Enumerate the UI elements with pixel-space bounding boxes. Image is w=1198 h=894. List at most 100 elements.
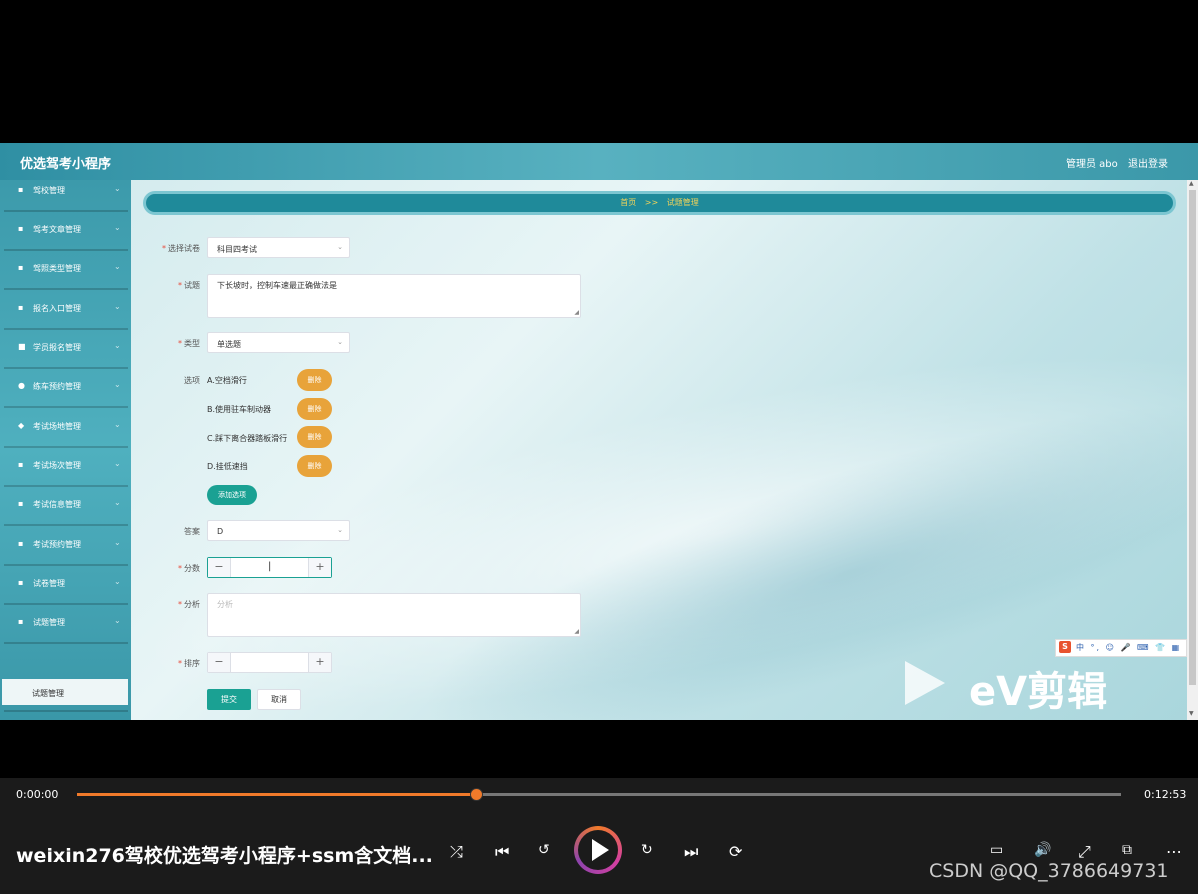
add-option-button[interactable]: 添加选项 — [207, 485, 257, 505]
paper-select-value: 科目四考试 — [217, 245, 257, 254]
sidebar: ▪ 驾校管理 ⌄ ▪ 驾考文章管理 ⌄ ▪ 驾照类型管理 ⌄ ▪ 报名入口管理 ⌄ ■ 学员报名管理 ⌄ ● 练… — [0, 180, 131, 720]
plus-icon[interactable]: + — [308, 558, 331, 577]
miniplayer-icon[interactable]: ⧉ — [1122, 842, 1132, 858]
type-select[interactable]: 单选题 ⌄ — [207, 332, 350, 353]
score-stepper[interactable]: − | + — [207, 557, 332, 578]
forward-30-icon[interactable]: ↻ — [641, 842, 653, 858]
sidebar-item[interactable]: ▪ 考试信息管理 ⌄ — [4, 486, 128, 526]
next-icon[interactable]: ⏭ — [684, 842, 698, 862]
sort-stepper[interactable]: − + — [207, 652, 332, 673]
fullscreen-icon[interactable]: ⤢ — [1078, 842, 1091, 862]
grid-icon: ▪ — [18, 499, 24, 508]
sogou-ime-icon[interactable]: S — [1059, 641, 1071, 653]
sidebar-item[interactable]: ▪ 试卷管理 ⌄ — [4, 565, 128, 605]
score-label: * 分数 — [178, 564, 200, 573]
rewind-10-icon[interactable]: ↺ — [538, 842, 550, 858]
csdn-credit: CSDN @QQ_3786649731 — [929, 860, 1169, 882]
shuffle-icon[interactable]: ⤮ — [450, 842, 463, 862]
resize-grip-icon[interactable]: ◢ — [574, 309, 579, 316]
location-icon: ◆ — [18, 421, 25, 430]
video-title: weixin276驾校优选驾考小程序+ssm含文档... — [16, 845, 433, 867]
subtitles-icon[interactable]: ▭ — [990, 842, 1003, 858]
scroll-up-icon[interactable]: ▲ — [1189, 180, 1194, 187]
question-text: 下长坡时，控制车速最正确做法是 — [217, 281, 337, 290]
more-options-icon[interactable]: ⋯ — [1166, 842, 1182, 861]
chevron-down-icon: ⌄ — [114, 302, 121, 311]
answer-select[interactable]: D ⌄ — [207, 520, 350, 541]
sidebar-item[interactable]: ▪ 考试场次管理 ⌄ — [4, 447, 128, 487]
delete-option-b-button[interactable]: 删除 — [297, 398, 332, 420]
play-button[interactable] — [574, 826, 622, 874]
sidebar-item[interactable]: ▪ 驾考文章管理 ⌄ — [4, 211, 128, 251]
chevron-down-icon: ⌄ — [114, 616, 121, 625]
current-time: 0:00:00 — [16, 788, 59, 801]
chevron-down-icon: ⌄ — [114, 223, 121, 232]
chevron-down-icon: ⌄ — [114, 459, 121, 468]
sidebar-item-label: 驾校管理 — [33, 186, 65, 195]
option-a: A.空档滑行 — [207, 376, 247, 385]
user-icon: ● — [18, 381, 25, 390]
sidebar-item[interactable]: ◆ 考试场地管理 ⌄ — [4, 408, 128, 448]
sidebar-subitem-question-management[interactable]: 试题管理 — [2, 679, 128, 705]
volume-icon[interactable]: 🔊 — [1034, 842, 1051, 858]
ime-tool-icons[interactable]: 中 °, ☺ 🎤 ⌨ 👕 ▦ — [1076, 642, 1181, 653]
logout-link[interactable]: 退出登录 — [1128, 155, 1168, 170]
paper-label: * 选择试卷 — [162, 244, 200, 253]
sidebar-item-label: 练车预约管理 — [33, 382, 81, 391]
delete-option-d-button[interactable]: 删除 — [297, 455, 332, 477]
admin-label: 管理员 abo — [1066, 159, 1118, 170]
grid-icon: ▪ — [18, 263, 24, 272]
watermark-text: eV剪辑 — [969, 669, 1108, 715]
breadcrumb: 首页 >> 试题管理 — [143, 191, 1176, 215]
resize-grip-icon[interactable]: ◢ — [574, 628, 579, 635]
ime-toolbar[interactable]: S 中 °, ☺ 🎤 ⌨ 👕 ▦ — [1055, 639, 1187, 657]
grid-icon: ▪ — [18, 460, 24, 469]
sidebar-item[interactable]: ■ 学员报名管理 ⌄ — [4, 329, 128, 369]
cancel-button[interactable]: 取消 — [257, 689, 301, 710]
minus-icon[interactable]: − — [208, 653, 231, 672]
chevron-down-icon: ⌄ — [114, 380, 121, 389]
paper-select[interactable]: 科目四考试 ⌄ — [207, 237, 350, 258]
sidebar-item[interactable]: ▪ 考试预约管理 ⌄ — [4, 526, 128, 566]
sidebar-item-label: 报名入口管理 — [33, 304, 81, 313]
sidebar-item[interactable]: ▪ 驾照类型管理 ⌄ — [4, 250, 128, 290]
question-textarea[interactable]: 下长坡时，控制车速最正确做法是 ◢ — [207, 274, 581, 318]
delete-option-c-button[interactable]: 删除 — [297, 426, 332, 448]
sidebar-item[interactable]: ▪ 驾校管理 ⌄ — [4, 172, 128, 212]
analysis-label: * 分析 — [178, 600, 200, 609]
chevron-down-icon: ⌄ — [337, 243, 343, 251]
analysis-placeholder: 分析 — [217, 600, 233, 609]
plus-icon[interactable]: + — [308, 653, 331, 672]
repeat-icon[interactable]: ⟳ — [729, 842, 742, 861]
minus-icon[interactable]: − — [208, 558, 231, 577]
scrollbar[interactable]: ▲ ▼ — [1187, 180, 1198, 720]
submit-button[interactable]: 提交 — [207, 689, 251, 710]
sidebar-item[interactable]: ▪ 试题管理 ⌄ — [4, 604, 128, 644]
sidebar-item-label: 驾照类型管理 — [33, 264, 81, 273]
analysis-textarea[interactable]: 分析 ◢ — [207, 593, 581, 637]
previous-icon[interactable]: ⏮ — [495, 842, 509, 862]
progress-fill — [77, 793, 476, 796]
options-label: 选项 — [184, 376, 200, 385]
delete-option-a-button[interactable]: 删除 — [297, 369, 332, 391]
sidebar-item-label: 考试场地管理 — [33, 422, 81, 431]
type-label: * 类型 — [178, 339, 200, 348]
grid-icon: ▪ — [18, 539, 24, 548]
sidebar-item-label: 试题管理 — [33, 618, 65, 627]
scrollbar-thumb[interactable] — [1189, 190, 1196, 685]
option-c: C.踩下离合器踏板滑行 — [207, 434, 288, 443]
breadcrumb-home[interactable]: 首页 — [620, 198, 636, 207]
video-frame: 优选驾考小程序 管理员 abo 退出登录 ▪ 驾校管理 ⌄ ▪ 驾考文章管理 ⌄ ▪ 驾照类型… — [0, 143, 1198, 720]
text-cursor-icon: | — [268, 561, 272, 572]
sort-label: * 排序 — [178, 659, 200, 668]
top-bar: 优选驾考小程序 管理员 abo 退出登录 — [0, 143, 1198, 180]
sidebar-item[interactable]: ▪ 报名入口管理 ⌄ — [4, 290, 128, 330]
chevron-down-icon: ⌄ — [337, 526, 343, 534]
progress-track[interactable] — [77, 788, 1121, 801]
sidebar-item[interactable]: ● 练车预约管理 ⌄ — [4, 368, 128, 408]
chevron-down-icon: ⌄ — [114, 577, 121, 586]
grid-icon: ▪ — [18, 185, 24, 194]
progress-knob[interactable] — [469, 788, 483, 801]
scroll-down-icon[interactable]: ▼ — [1189, 710, 1194, 717]
chevron-down-icon: ⌄ — [114, 538, 121, 547]
